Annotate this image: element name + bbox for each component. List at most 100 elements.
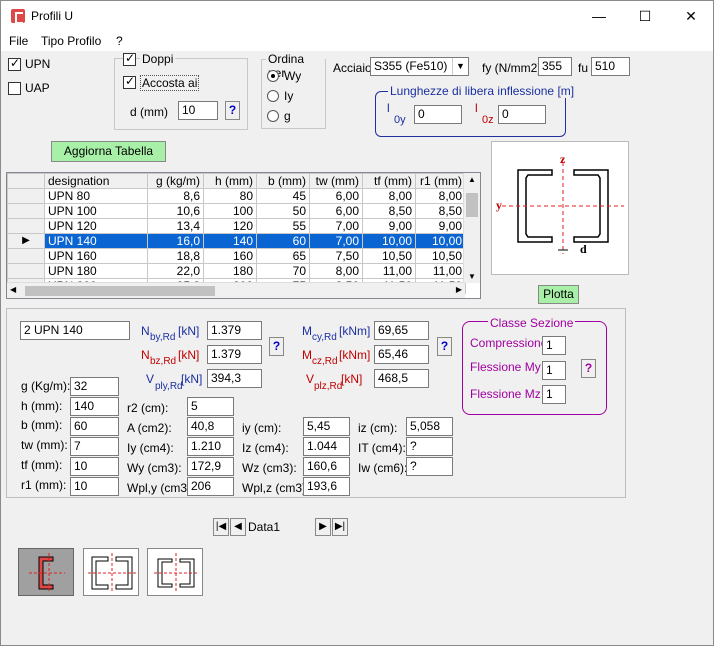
- iy-inertia-value: 1.210: [187, 437, 234, 456]
- back-to-back-channel-button[interactable]: [83, 548, 139, 596]
- l0z-input[interactable]: 0: [498, 105, 546, 124]
- ordina-label-iy: Iy: [284, 89, 294, 103]
- table-row[interactable]: UPN 160 18,8 160 65 7,50 10,50 10,50: [7, 248, 466, 264]
- iz-radius-value: 5,058: [406, 417, 453, 436]
- nbz-value: 1.379: [207, 345, 262, 364]
- window-title: Profili U: [31, 9, 74, 23]
- plotta-button[interactable]: Plotta: [538, 285, 579, 304]
- classe-help-button[interactable]: ?: [581, 359, 596, 378]
- table-horizontal-scrollbar[interactable]: ◀ ▶: [7, 282, 465, 298]
- acciaio-select[interactable]: S355 (Fe510) ▼: [370, 57, 469, 76]
- table-row[interactable]: UPN 120 13,4 120 55 7,00 9,00 9,00: [7, 218, 466, 234]
- vply-label-main: V: [146, 372, 155, 386]
- table-row[interactable]: UPN 80 8,6 80 45 6,00 8,00 8,00: [7, 188, 466, 204]
- fy-input[interactable]: 355: [538, 57, 572, 76]
- scroll-up-icon[interactable]: ▲: [468, 175, 476, 184]
- nav-next-button[interactable]: ▶: [315, 518, 331, 536]
- menu-help[interactable]: ?: [116, 34, 123, 48]
- upn-checkbox[interactable]: [8, 56, 21, 71]
- fu-input[interactable]: 510: [591, 57, 630, 76]
- table-header-row: designation g (kg/m) h (mm) b (mm) tw (m…: [7, 173, 466, 189]
- compressione-label: Compressione: [470, 336, 548, 350]
- m-help-button[interactable]: ?: [437, 337, 452, 356]
- nbz-label-main: N: [141, 348, 150, 362]
- vplz-value: 468,5: [374, 369, 429, 388]
- ordina-radio-g[interactable]: [267, 110, 279, 122]
- scroll-down-icon[interactable]: ▼: [468, 272, 476, 281]
- header-h[interactable]: h (mm): [203, 173, 257, 189]
- profiles-table: designation g (kg/m) h (mm) b (mm) tw (m…: [6, 172, 481, 299]
- ordina-radio-iy[interactable]: [267, 90, 279, 102]
- header-tf[interactable]: tf (mm): [362, 173, 416, 189]
- nby-label-sub: by,Rd: [150, 332, 176, 343]
- aggiorna-tabella-button[interactable]: Aggiorna Tabella: [51, 141, 166, 162]
- nav-prev-button[interactable]: ◀: [230, 518, 246, 536]
- accosta-checkbox[interactable]: [123, 74, 136, 89]
- table-row-selected[interactable]: ▶ UPN 140 16,0 140 60 7,00 10,00 10,00: [7, 233, 466, 249]
- hscroll-thumb[interactable]: [25, 286, 215, 296]
- wz-value: 160,6: [303, 457, 350, 476]
- row-header: [7, 203, 45, 219]
- tw-label: tw (mm):: [21, 438, 68, 452]
- header-b[interactable]: b (mm): [256, 173, 310, 189]
- doppi-label: Doppi: [140, 52, 176, 66]
- header-designation[interactable]: designation: [44, 173, 148, 189]
- face-to-face-channel-button[interactable]: [147, 548, 203, 596]
- iy-radius-label: iy (cm):: [242, 421, 282, 435]
- title-bar: Profili U — ☐ ✕: [1, 1, 713, 31]
- n-help-button[interactable]: ?: [269, 337, 284, 356]
- nby-label-unit: [kN]: [178, 324, 200, 338]
- close-button[interactable]: ✕: [668, 1, 714, 31]
- cell-tf: 11,00: [362, 263, 416, 279]
- table-row[interactable]: UPN 100 10,6 100 50 6,00 8,50 8,50: [7, 203, 466, 219]
- r2-label: r2 (cm):: [127, 401, 169, 415]
- header-tw[interactable]: tw (mm): [309, 173, 363, 189]
- d-input[interactable]: 10: [178, 101, 218, 120]
- scroll-thumb[interactable]: [466, 193, 478, 217]
- wz-label: Wz (cm3):: [242, 461, 297, 475]
- menu-tipo-profilo[interactable]: Tipo Profilo: [41, 34, 101, 48]
- cell-tw: 6,00: [309, 188, 363, 204]
- profile-name-field[interactable]: 2 UPN 140: [20, 321, 130, 340]
- nav-last-button[interactable]: ▶|: [332, 518, 348, 536]
- row-header-corner: [7, 173, 45, 189]
- nbz-label-unit: [kN]: [178, 348, 200, 362]
- scroll-right-icon[interactable]: ▶: [456, 285, 462, 294]
- cell-designation: UPN 120: [44, 218, 148, 234]
- cell-g: 18,8: [147, 248, 204, 264]
- mcy-label-sub: cy,Rd: [312, 332, 337, 343]
- doppi-checkbox[interactable]: [123, 51, 136, 66]
- cell-b: 65: [256, 248, 310, 264]
- uap-checkbox[interactable]: [8, 82, 21, 95]
- y-axis-label: y: [496, 198, 502, 212]
- vply-value: 394,3: [207, 369, 262, 388]
- cell-b: 45: [256, 188, 310, 204]
- single-channel-button[interactable]: [18, 548, 74, 596]
- ordina-label-g: g: [284, 109, 291, 123]
- table-vertical-scrollbar[interactable]: ▲ ▼: [463, 173, 480, 283]
- d-label: d (mm): [130, 105, 168, 119]
- scroll-left-icon[interactable]: ◀: [10, 285, 16, 294]
- tw-value: 7: [70, 437, 119, 456]
- header-r1[interactable]: r1 (mm): [415, 173, 466, 189]
- header-g[interactable]: g (kg/m): [147, 173, 204, 189]
- maximize-button[interactable]: ☐: [622, 1, 668, 31]
- g-label: g (Kg/m):: [21, 379, 71, 393]
- mcy-label-unit: [kNm]: [339, 324, 371, 338]
- row-header: [7, 188, 45, 204]
- minimize-button[interactable]: —: [576, 1, 622, 31]
- ordina-radio-wy[interactable]: [267, 70, 279, 82]
- nby-label-main: N: [141, 324, 150, 338]
- menu-file[interactable]: File: [9, 34, 28, 48]
- classe-sezione-title: Classe Sezione: [488, 316, 576, 330]
- l0y-input[interactable]: 0: [414, 105, 462, 124]
- wy-label: Wy (cm3):: [127, 461, 182, 475]
- nav-first-button[interactable]: |◀: [213, 518, 229, 536]
- d-help-button[interactable]: ?: [225, 101, 240, 120]
- table-row[interactable]: UPN 180 22,0 180 70 8,00 11,00 11,00: [7, 263, 466, 279]
- g-value: 32: [70, 377, 119, 396]
- vplz-label-unit: [kN]: [341, 372, 363, 386]
- cell-tw: 8,00: [309, 263, 363, 279]
- flessione-my-value: 1: [542, 361, 566, 380]
- accosta-label: Accosta ai: [140, 75, 200, 91]
